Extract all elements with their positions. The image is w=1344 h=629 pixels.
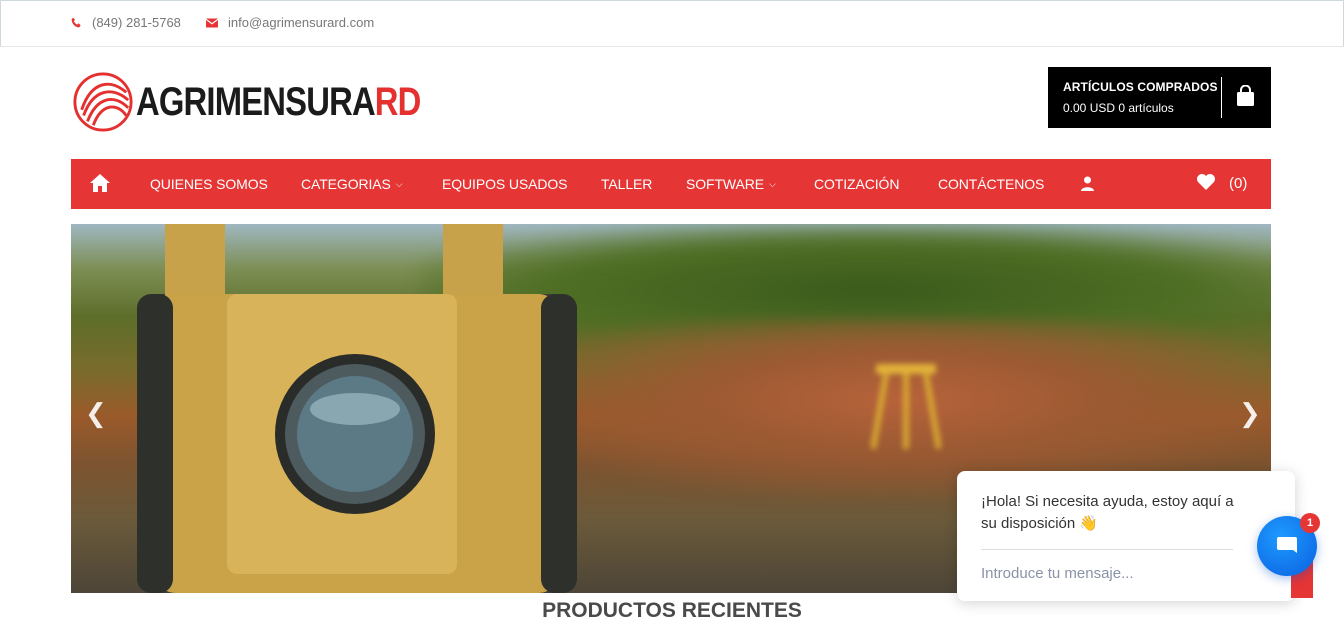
chevron-down-icon: ⌵ bbox=[395, 178, 403, 189]
user-icon[interactable] bbox=[1081, 176, 1094, 191]
nav-categorias[interactable]: CATEGORIAS ⌵ bbox=[301, 176, 403, 192]
nav-label: CATEGORIAS bbox=[301, 176, 391, 192]
logo-text-red: RD bbox=[374, 79, 422, 124]
chat-greeting: ¡Hola! Si necesita ayuda, estoy aquí a s… bbox=[981, 493, 1234, 532]
home-icon[interactable] bbox=[89, 173, 111, 193]
phone-contact[interactable]: (849) 281-5768 bbox=[71, 15, 181, 30]
cart-widget[interactable]: ARTÍCULOS COMPRADOS 0.00 USD 0 artículos bbox=[1048, 67, 1271, 128]
hero-total-station-image bbox=[137, 224, 577, 593]
top-contact-bar: (849) 281-5768 info@agrimensurard.com bbox=[0, 0, 1344, 47]
nav-equipos-usados[interactable]: EQUIPOS USADOS bbox=[442, 176, 568, 192]
nav-label: QUIENES SOMOS bbox=[150, 176, 268, 192]
slider-prev-arrow-icon[interactable]: ❮ bbox=[85, 398, 107, 429]
site-logo[interactable]: AGRIMENSURARD bbox=[72, 70, 483, 134]
nav-contactenos[interactable]: CONTÁCTENOS bbox=[938, 176, 1044, 192]
email-contact[interactable]: info@agrimensurard.com bbox=[206, 15, 374, 30]
email-text: info@agrimensurard.com bbox=[228, 15, 375, 30]
section-title: PRODUCTOS RECIENTES bbox=[542, 599, 802, 622]
heart-icon[interactable] bbox=[1196, 173, 1216, 191]
phone-icon bbox=[71, 17, 81, 28]
cart-title: ARTÍCULOS COMPRADOS bbox=[1063, 80, 1218, 94]
nav-quienes-somos[interactable]: QUIENES SOMOS bbox=[150, 176, 268, 192]
nav-label: CONTÁCTENOS bbox=[938, 176, 1045, 192]
cart-summary: 0.00 USD 0 artículos bbox=[1063, 101, 1174, 115]
cart-divider bbox=[1221, 77, 1222, 118]
nav-label: COTIZACIÓN bbox=[814, 176, 900, 192]
phone-text: (849) 281-5768 bbox=[92, 15, 181, 30]
chat-divider bbox=[981, 549, 1233, 550]
slider-next-arrow-icon[interactable]: ❯ bbox=[1239, 398, 1261, 429]
nav-label: SOFTWARE bbox=[686, 176, 765, 192]
main-navigation: QUIENES SOMOS CATEGORIAS ⌵ EQUIPOS USADOS… bbox=[71, 159, 1271, 209]
nav-software[interactable]: SOFTWARE ⌵ bbox=[686, 176, 776, 192]
chevron-down-icon: ⌵ bbox=[769, 178, 776, 189]
chat-popup: ¡Hola! Si necesita ayuda, estoy aquí a s… bbox=[957, 471, 1295, 601]
nav-taller[interactable]: TALLER bbox=[601, 176, 652, 192]
chat-message-input[interactable]: Introduce tu mensaje... bbox=[981, 565, 1134, 582]
nav-label: TALLER bbox=[601, 176, 653, 192]
envelope-icon bbox=[206, 18, 218, 27]
chat-notification-badge: 1 bbox=[1300, 513, 1320, 533]
chat-bubble-icon bbox=[1277, 537, 1297, 553]
nav-label: EQUIPOS USADOS bbox=[442, 176, 568, 192]
logo-text: AGRIMENSURARD bbox=[136, 80, 421, 125]
logo-text-dark: AGRIMENSURA bbox=[136, 79, 376, 124]
wishlist-count[interactable]: (0) bbox=[1229, 175, 1247, 192]
shopping-bag-icon[interactable] bbox=[1236, 85, 1255, 107]
hero-tripod-image bbox=[871, 364, 941, 449]
nav-cotizacion[interactable]: COTIZACIÓN bbox=[814, 176, 899, 192]
logo-mark-icon bbox=[73, 72, 133, 132]
